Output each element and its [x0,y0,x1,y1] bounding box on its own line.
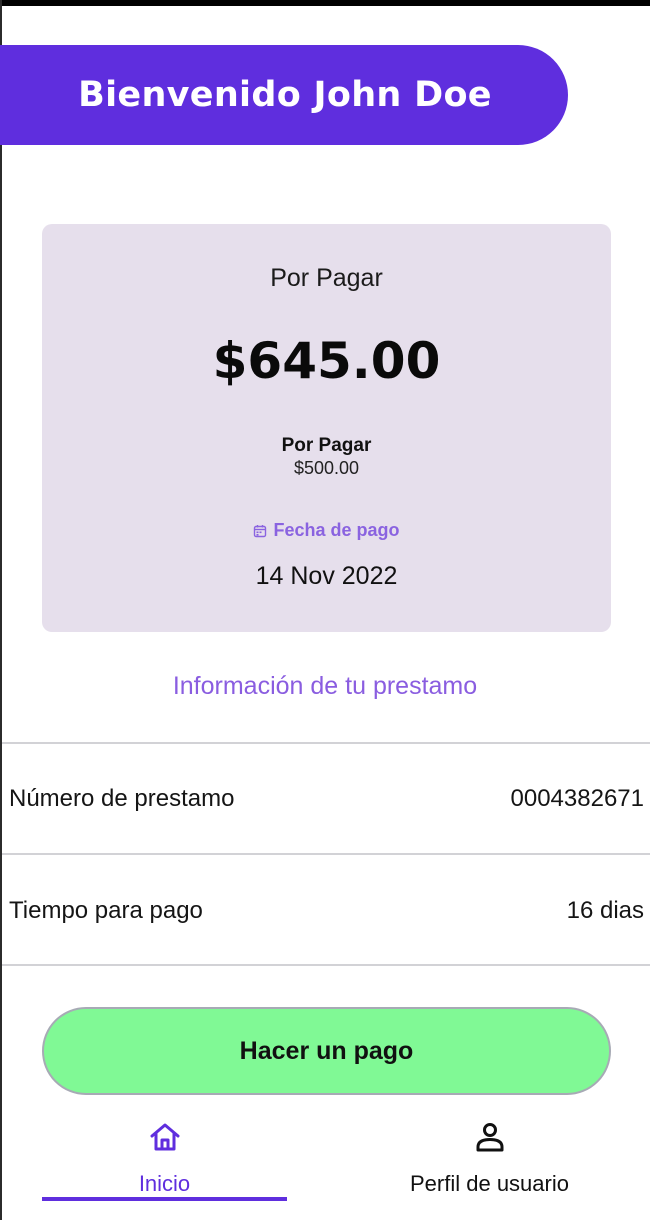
payment-date-value: 14 Nov 2022 [255,562,398,590]
window-edge [0,0,2,1220]
active-tab-indicator [42,1197,287,1201]
next-due-amount: $500.00 [293,458,360,478]
loan-number-row: Número de prestamo 0004382671 [0,779,650,819]
loan-number-label: Número de prestamo [9,785,235,812]
payment-summary-card: Por Pagar $645.00 Por Pagar $500.00 Fech… [42,224,611,632]
nav-label-home: Inicio [138,1171,191,1196]
make-payment-button[interactable]: Hacer un pago [42,1007,611,1095]
payment-time-label: Tiempo para pago [9,897,203,924]
welcome-header: Bienvenido John Doe [0,45,568,145]
due-title: Por Pagar [270,264,383,292]
page-title: Bienvenido John Doe [78,75,492,115]
divider [2,964,650,966]
due-amount: $645.00 [212,332,441,390]
user-icon [476,1123,503,1152]
calendar-icon [254,524,267,537]
loan-number-value: 0004382671 [510,785,644,812]
loan-info-link[interactable]: Información de tu prestamo [0,672,650,701]
next-due-title: Por Pagar [281,435,372,456]
divider [2,853,650,855]
divider [2,742,650,744]
payment-date-label-row: Fecha de pago [42,520,611,541]
payment-date-label: Fecha de pago [273,520,400,540]
home-icon [150,1123,179,1151]
payment-time-value: 16 dias [566,897,644,924]
status-bar-strip [0,0,650,6]
payment-time-row: Tiempo para pago 16 dias [0,891,650,931]
nav-item-profile[interactable]: Perfil de usuario [367,1115,612,1215]
nav-label-profile: Perfil de usuario [410,1171,569,1196]
